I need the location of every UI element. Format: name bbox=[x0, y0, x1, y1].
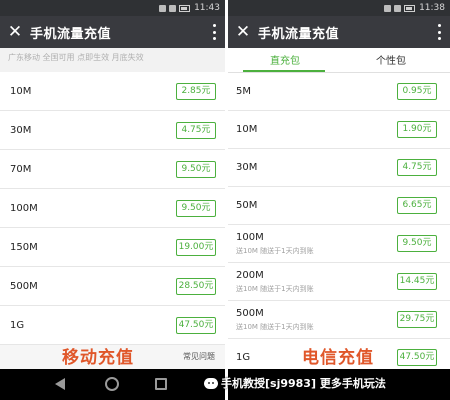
package-amount: 500M bbox=[10, 281, 38, 292]
left-screen: 11:43 ✕ 手机流量充值 广东移动 全国可用 点即生效 月底失效 10M 2.… bbox=[0, 0, 225, 400]
package-note: 送10M 随送于1天内到账 bbox=[236, 285, 314, 293]
price-button[interactable]: 6.65元 bbox=[397, 197, 437, 214]
package-amount: 50M bbox=[236, 200, 258, 211]
battery-icon bbox=[404, 4, 416, 12]
tab-bar: 直充包 个性包 bbox=[228, 48, 450, 73]
watermark: 手机教授[sj9983] 更多手机玩法 bbox=[204, 375, 386, 391]
price-button[interactable]: 19.00元 bbox=[176, 239, 216, 256]
package-amount: 500M bbox=[236, 308, 264, 319]
status-time: 11:38 bbox=[419, 3, 445, 13]
carrier-info: 广东移动 全国可用 点即生效 月底失效 bbox=[8, 53, 144, 62]
package-amount: 30M bbox=[10, 125, 32, 136]
package-amount: 30M bbox=[236, 162, 258, 173]
wifi-icon bbox=[169, 4, 177, 12]
price-button[interactable]: 28.50元 bbox=[176, 278, 216, 295]
page-title: 手机流量充值 bbox=[258, 26, 340, 42]
recent-apps-icon[interactable] bbox=[155, 378, 167, 390]
battery-icon bbox=[179, 4, 191, 12]
signal-icon bbox=[384, 4, 392, 12]
package-amount: 200M bbox=[236, 270, 264, 281]
close-icon[interactable]: ✕ bbox=[0, 16, 30, 48]
price-button[interactable]: 9.50元 bbox=[176, 200, 216, 217]
wechat-icon bbox=[204, 377, 218, 389]
price-button[interactable]: 1.90元 bbox=[397, 121, 437, 138]
price-button[interactable]: 4.75元 bbox=[176, 122, 216, 139]
package-row[interactable]: 100M 送10M 随送于1天内到账 9.50元 bbox=[228, 225, 450, 263]
package-row[interactable]: 70M 9.50元 bbox=[0, 150, 225, 189]
app-bar: ✕ 手机流量充值 bbox=[228, 16, 450, 48]
more-vertical-icon[interactable] bbox=[438, 24, 442, 40]
package-row[interactable]: 30M 4.75元 bbox=[0, 111, 225, 150]
package-row[interactable]: 100M 9.50元 bbox=[0, 189, 225, 228]
package-amount: 1G bbox=[10, 320, 25, 331]
page-title: 手机流量充值 bbox=[30, 26, 112, 42]
price-button[interactable]: 9.50元 bbox=[176, 161, 216, 178]
price-button[interactable]: 0.95元 bbox=[397, 83, 437, 100]
tab-direct[interactable]: 直充包 bbox=[270, 52, 300, 67]
package-row[interactable]: 50M 6.65元 bbox=[228, 187, 450, 225]
price-button[interactable]: 4.75元 bbox=[397, 159, 437, 176]
package-amount: 70M bbox=[10, 164, 32, 175]
package-row[interactable]: 10M 2.85元 bbox=[0, 72, 225, 111]
watermark-text: 手机教授[sj9983] 更多手机玩法 bbox=[221, 377, 386, 390]
price-button[interactable]: 14.45元 bbox=[397, 273, 437, 290]
status-bar: 11:38 bbox=[228, 0, 450, 16]
price-button[interactable]: 9.50元 bbox=[397, 235, 437, 252]
package-amount: 10M bbox=[10, 86, 32, 97]
close-icon[interactable]: ✕ bbox=[228, 16, 258, 48]
package-row[interactable]: 500M 28.50元 bbox=[0, 267, 225, 306]
package-row[interactable]: 30M 4.75元 bbox=[228, 149, 450, 187]
price-button[interactable]: 47.50元 bbox=[397, 349, 437, 366]
right-screen: 11:38 ✕ 手机流量充值 直充包 个性包 5M 0.95元 10M 1.90元 30… bbox=[228, 0, 450, 400]
package-amount: 150M bbox=[10, 242, 38, 253]
package-amount: 1G bbox=[236, 352, 251, 363]
package-row[interactable]: 150M 19.00元 bbox=[0, 228, 225, 267]
faq-link[interactable]: 常见问题 bbox=[183, 351, 215, 362]
status-icons bbox=[384, 4, 416, 12]
nav-bar bbox=[0, 369, 225, 400]
package-amount: 100M bbox=[236, 232, 264, 243]
package-note: 送10M 随送于1天内到账 bbox=[236, 247, 314, 255]
price-button[interactable]: 29.75元 bbox=[397, 311, 437, 328]
wifi-icon bbox=[394, 4, 402, 12]
price-button[interactable]: 47.50元 bbox=[176, 317, 216, 334]
package-amount: 100M bbox=[10, 203, 38, 214]
package-list: 10M 2.85元 30M 4.75元 70M 9.50元 100M 9.50元 150M 19.… bbox=[0, 72, 225, 345]
signal-icon bbox=[159, 4, 167, 12]
more-vertical-icon[interactable] bbox=[213, 24, 217, 40]
caption-telecom: 电信充值 bbox=[302, 348, 374, 368]
package-row[interactable]: 500M 送10M 随送于1天内到账 29.75元 bbox=[228, 301, 450, 339]
package-amount: 10M bbox=[236, 124, 258, 135]
package-note: 送10M 随送于1天内到账 bbox=[236, 323, 314, 331]
back-icon[interactable] bbox=[55, 378, 65, 390]
package-row[interactable]: 5M 0.95元 bbox=[228, 73, 450, 111]
tab-custom[interactable]: 个性包 bbox=[376, 52, 406, 67]
status-time: 11:43 bbox=[194, 3, 220, 13]
package-row[interactable]: 1G 47.50元 bbox=[0, 306, 225, 345]
status-icons bbox=[159, 4, 191, 12]
home-icon[interactable] bbox=[105, 377, 119, 391]
active-tab-indicator bbox=[243, 70, 325, 72]
package-row[interactable]: 200M 送10M 随送于1天内到账 14.45元 bbox=[228, 263, 450, 301]
app-bar: ✕ 手机流量充值 bbox=[0, 16, 225, 48]
status-bar: 11:43 bbox=[0, 0, 225, 16]
price-button[interactable]: 2.85元 bbox=[176, 83, 216, 100]
package-amount: 5M bbox=[236, 86, 251, 97]
caption-mobile: 移动充值 bbox=[62, 348, 134, 368]
package-list: 5M 0.95元 10M 1.90元 30M 4.75元 50M 6.65元 100M 送10M … bbox=[228, 73, 450, 377]
package-row[interactable]: 10M 1.90元 bbox=[228, 111, 450, 149]
